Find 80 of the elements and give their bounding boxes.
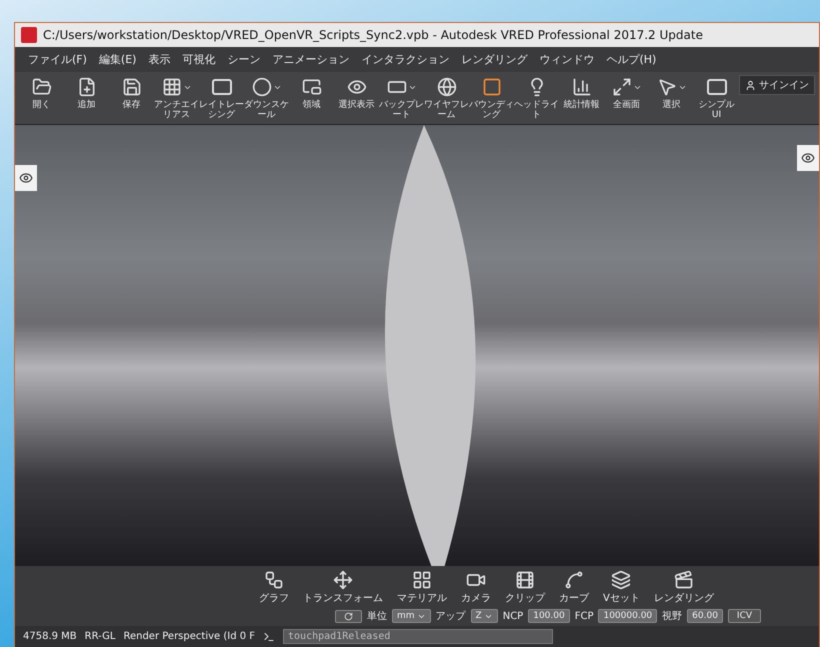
- eye-icon: [801, 150, 815, 165]
- toolbar-button[interactable]: ワイヤフレーム: [424, 75, 469, 121]
- eye-tab[interactable]: [15, 164, 37, 191]
- memory-usage: 4758.9 MB: [23, 631, 77, 642]
- menu-item[interactable]: インタラクション: [356, 49, 454, 70]
- module-button[interactable]: Vセット: [599, 570, 644, 605]
- fov-field[interactable]: 60.00: [687, 609, 723, 623]
- toolbar-button[interactable]: 全画面: [604, 75, 649, 111]
- menu-item[interactable]: ウィンドウ: [534, 49, 600, 70]
- toolbar-button[interactable]: 開く: [19, 75, 64, 111]
- module-icon: [674, 570, 694, 590]
- module-icon: [611, 570, 632, 590]
- module-button[interactable]: クリップ: [501, 570, 549, 605]
- toolbar-button[interactable]: ダウンスケール: [244, 75, 289, 121]
- command-field[interactable]: touchpad1Released: [283, 629, 554, 644]
- toolbar-button[interactable]: 選択表示: [334, 75, 379, 111]
- toolbar-button[interactable]: 保存: [109, 75, 154, 111]
- sign-in-button[interactable]: サインイン: [739, 75, 815, 95]
- eye-icon: [19, 170, 33, 185]
- up-dropdown[interactable]: Z: [470, 609, 498, 623]
- ncp-field[interactable]: 100.00: [528, 609, 570, 623]
- tool-icon: [706, 79, 726, 95]
- tool-icon: [572, 77, 592, 97]
- renderer-name: RR-GL: [84, 631, 116, 642]
- refresh-icon: [344, 612, 353, 620]
- module-icon: [333, 570, 353, 590]
- toolbar-button[interactable]: バックプレート: [379, 75, 424, 121]
- fov-label: 視野: [662, 610, 682, 623]
- module-button[interactable]: グラフ: [255, 570, 293, 605]
- up-label: アップ: [436, 610, 466, 623]
- terminal-icon: [263, 630, 276, 642]
- view-info: Render Perspective (Id 0 F: [123, 631, 256, 642]
- tool-icon: [252, 77, 272, 97]
- menu-item[interactable]: 可視化: [177, 49, 220, 70]
- ncp-label: NCP: [502, 610, 524, 622]
- tool-icon: [482, 77, 502, 97]
- module-icon: [515, 570, 535, 590]
- tool-icon: [302, 77, 322, 97]
- menu-item[interactable]: ヘルプ(H): [601, 49, 662, 70]
- toolbar-button[interactable]: アンチエイリアス: [154, 75, 199, 121]
- refresh-button[interactable]: [335, 610, 362, 622]
- window-title: C:/Users/workstation/Desktop/VRED_OpenVR_Scripts_Sync2.vpb - Autodesk VRED Professional 2017.2 Update: [43, 28, 703, 42]
- module-icon: [264, 570, 284, 590]
- toolbar-button[interactable]: レイトレーシング: [199, 75, 244, 121]
- module-icon: [564, 570, 584, 590]
- unit-dropdown[interactable]: mm: [392, 609, 431, 623]
- tool-icon: [32, 77, 52, 97]
- toolbar-button[interactable]: シンプル UI: [694, 75, 739, 121]
- toolbar-button[interactable]: 統計情報: [559, 75, 604, 111]
- tool-icon: [212, 79, 232, 95]
- module-button[interactable]: カメラ: [457, 570, 495, 605]
- module-button[interactable]: カーブ: [555, 570, 593, 605]
- toolbar-button[interactable]: 領域: [289, 75, 334, 111]
- menu-item[interactable]: レンダリング: [456, 49, 532, 70]
- app-logo-icon: [21, 27, 37, 43]
- toolbar-button[interactable]: ヘッドライト: [514, 75, 559, 121]
- toolbar-button[interactable]: バウンディング: [469, 75, 514, 121]
- toolbar-button[interactable]: 選択: [649, 75, 694, 111]
- menu-item[interactable]: 編集(E): [94, 49, 142, 70]
- fcp-field[interactable]: 100000.00: [598, 609, 658, 623]
- icv-button[interactable]: ICV: [728, 609, 762, 623]
- menu-item[interactable]: ファイル(F): [23, 49, 92, 70]
- module-icon: [412, 570, 432, 590]
- user-icon: [745, 80, 756, 90]
- tool-icon: [436, 77, 456, 97]
- menu-item[interactable]: シーン: [222, 49, 266, 70]
- tool-icon: [76, 77, 96, 97]
- fcp-label: FCP: [574, 610, 594, 622]
- tool-icon: [162, 77, 182, 97]
- tool-icon: [612, 77, 632, 97]
- eye-tab[interactable]: [797, 144, 819, 171]
- tool-icon: [122, 77, 142, 97]
- menu-item[interactable]: アニメーション: [267, 49, 354, 70]
- module-button[interactable]: レンダリング: [650, 570, 718, 605]
- tool-icon: [656, 77, 676, 97]
- module-button[interactable]: マテリアル: [393, 570, 451, 605]
- module-button[interactable]: トランスフォーム: [299, 570, 387, 605]
- menu-item[interactable]: 表示: [143, 49, 176, 70]
- toolbar-button[interactable]: 追加: [64, 75, 109, 111]
- unit-label: 単位: [367, 610, 387, 623]
